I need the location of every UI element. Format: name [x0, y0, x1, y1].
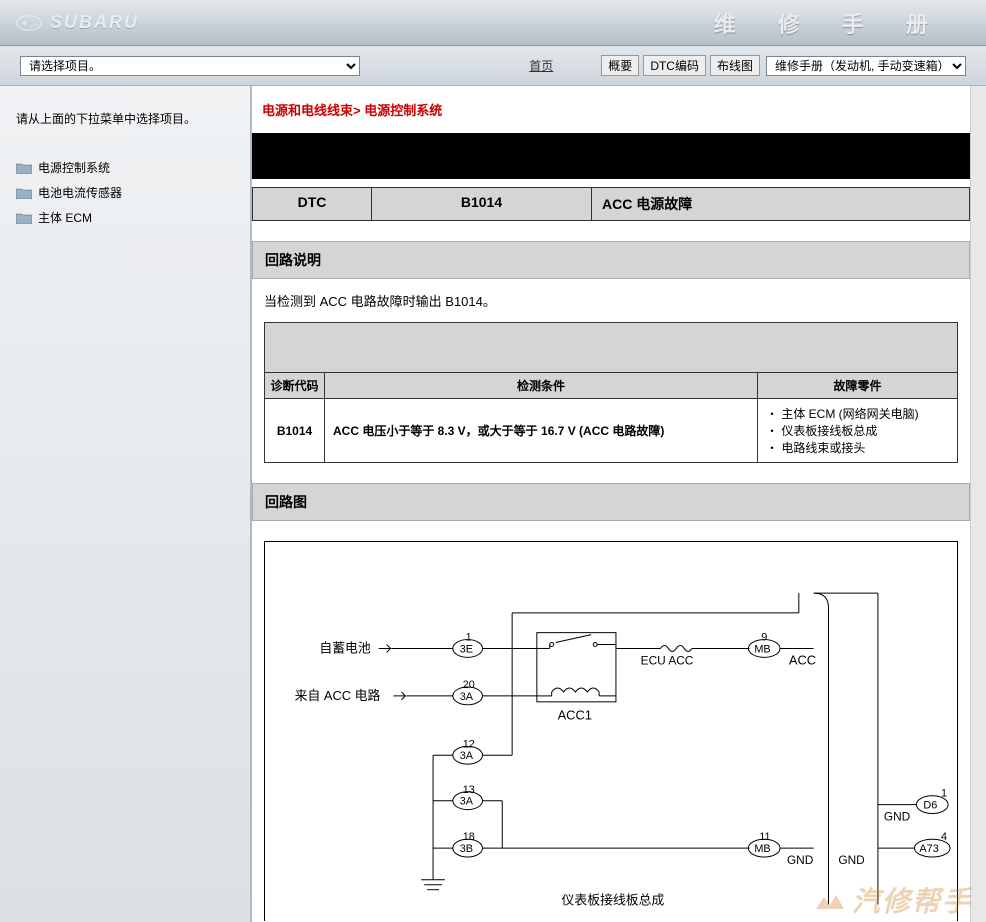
folder-icon — [16, 187, 32, 199]
header-title: 维 修 手 册 — [714, 7, 946, 39]
dtc-label: DTC — [252, 187, 372, 221]
subaru-logo-icon — [16, 14, 42, 32]
home-link[interactable]: 首页 — [529, 57, 553, 74]
sidebar: 请从上面的下拉菜单中选择项目。 电源控制系统 电池电流传感器 主体 ECM — [0, 86, 252, 922]
svg-text:仪表板接线板总成: 仪表板接线板总成 — [562, 893, 665, 908]
scrollbar[interactable] — [970, 86, 986, 922]
svg-text:ECU ACC: ECU ACC — [641, 653, 694, 667]
td-cond: ACC 电压小于等于 8.3 V，或大于等于 16.7 V (ACC 电路故障) — [325, 399, 758, 463]
td-parts: 主体 ECM (网络网关电脑) 仪表板接线板总成 电路线束或接头 — [758, 399, 958, 463]
svg-text:20: 20 — [463, 679, 475, 691]
label-from-battery: 自蓄电池 — [319, 640, 371, 655]
dtc-title: ACC 电源故障 — [592, 187, 970, 221]
svg-text:D6: D6 — [923, 800, 937, 812]
svg-text:18: 18 — [463, 831, 475, 843]
svg-text:GND: GND — [787, 853, 813, 867]
sidebar-item-battery-sensor[interactable]: 电池电流传感器 — [16, 184, 234, 201]
black-bar — [252, 133, 970, 179]
dtc-button[interactable]: DTC编码 — [643, 55, 706, 76]
svg-text:3A: 3A — [460, 691, 474, 703]
svg-text:A73: A73 — [919, 843, 938, 855]
summary-button[interactable]: 概要 — [601, 55, 639, 76]
sidebar-hint: 请从上面的下拉菜单中选择项目。 — [16, 110, 234, 127]
svg-text:GND: GND — [884, 809, 910, 823]
svg-text:12: 12 — [463, 738, 475, 750]
brand-text: SUBARU — [50, 12, 139, 33]
circuit-desc-text: 当检测到 ACC 电路故障时输出 B1014。 — [252, 291, 970, 322]
folder-icon — [16, 162, 32, 174]
section-header-circuit-desc: 回路说明 — [252, 241, 970, 279]
svg-text:13: 13 — [463, 784, 475, 796]
manual-select[interactable]: 维修手册（发动机, 手动变速箱） — [766, 56, 966, 76]
breadcrumb: 电源和电线线束> 电源控制系统 — [252, 86, 970, 133]
svg-text:3A: 3A — [460, 796, 474, 808]
svg-text:3A: 3A — [460, 750, 474, 762]
section-header-circuit-diagram: 回路图 — [252, 483, 970, 521]
circuit-diagram: 自蓄电池 1 3E 来自 ACC 电路 20 3A — [264, 541, 958, 921]
sidebar-item-label: 主体 ECM — [38, 209, 92, 226]
sidebar-item-label: 电源控制系统 — [38, 159, 110, 176]
svg-text:3B: 3B — [460, 843, 473, 855]
svg-text:MB: MB — [754, 643, 770, 655]
svg-text:ACC1: ACC1 — [558, 708, 592, 723]
td-code: B1014 — [265, 399, 325, 463]
th-cond: 检测条件 — [325, 373, 758, 399]
sidebar-item-main-ecm[interactable]: 主体 ECM — [16, 209, 234, 226]
th-diag-code: 诊断代码 — [265, 373, 325, 399]
svg-text:11: 11 — [759, 831, 770, 843]
toolbar: 请选择项目。 首页 概要 DTC编码 布线图 维修手册（发动机, 手动变速箱） — [0, 46, 986, 86]
project-select[interactable]: 请选择项目。 — [20, 56, 360, 76]
content-panel: 电源和电线线束> 电源控制系统 DTC B1014 ACC 电源故障 回路说明 … — [252, 86, 986, 922]
svg-text:3E: 3E — [460, 643, 473, 655]
sidebar-item-label: 电池电流传感器 — [38, 184, 122, 201]
wiring-button[interactable]: 布线图 — [710, 55, 760, 76]
th-parts: 故障零件 — [758, 373, 958, 399]
svg-text:ACC: ACC — [789, 652, 816, 667]
svg-text:9: 9 — [761, 632, 767, 644]
svg-text:1: 1 — [466, 632, 472, 644]
label-from-acc: 来自 ACC 电路 — [295, 688, 381, 703]
dtc-code: B1014 — [372, 187, 592, 221]
diagnosis-table: 诊断代码 检测条件 故障零件 B1014 ACC 电压小于等于 8.3 V，或大… — [264, 322, 958, 463]
app-header: SUBARU 维 修 手 册 — [0, 0, 986, 46]
svg-text:GND: GND — [838, 853, 864, 867]
svg-text:MB: MB — [754, 843, 770, 855]
sidebar-item-power-control[interactable]: 电源控制系统 — [16, 159, 234, 176]
dtc-header-row: DTC B1014 ACC 电源故障 — [252, 187, 970, 221]
folder-icon — [16, 212, 32, 224]
